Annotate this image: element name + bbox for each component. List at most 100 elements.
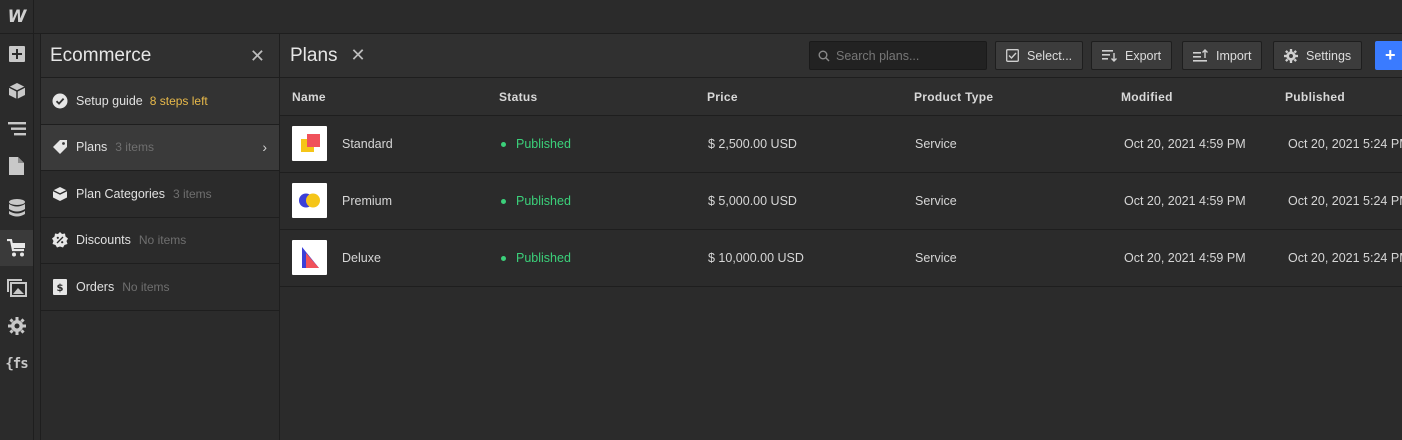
plan-thumbnail [292, 126, 327, 161]
panel-item-label: Discounts [76, 233, 131, 248]
box-icon [8, 83, 25, 99]
add-panel-button[interactable] [0, 36, 33, 72]
panel-item-count: No items [122, 279, 170, 294]
check-circle-icon [52, 93, 68, 109]
plan-name: Deluxe [342, 251, 381, 265]
column-header-published[interactable]: Published [1285, 78, 1345, 116]
symbols-button[interactable] [0, 73, 33, 109]
tag-icon [52, 139, 68, 155]
status-text: Published [516, 194, 571, 208]
close-icon[interactable]: ✕ [351, 45, 366, 66]
status-badge: Published [501, 173, 571, 229]
assets-button[interactable] [0, 270, 33, 306]
search-field[interactable] [809, 41, 987, 70]
page-title: Plans [290, 44, 338, 66]
gear-icon [7, 317, 26, 335]
cms-database-icon [8, 199, 25, 217]
table-header: Name Status Price Product Type Modified … [280, 78, 1402, 116]
receipt-icon: $ [52, 278, 68, 295]
column-header-status[interactable]: Status [499, 78, 537, 116]
navigator-icon [7, 122, 26, 136]
setup-guide-label: Setup guide [76, 93, 143, 108]
column-header-price[interactable]: Price [707, 78, 738, 116]
plan-product-type: Service [915, 137, 957, 151]
status-badge: Published [501, 230, 571, 286]
finsweet-button[interactable]: {fs [0, 346, 33, 382]
table-row[interactable]: Premium Published $ 5,000.00 USD Service… [280, 173, 1402, 230]
left-icon-rail: {fs [0, 34, 34, 440]
ecommerce-panel-title: Ecommerce [50, 44, 152, 66]
import-icon [1193, 49, 1208, 62]
ecommerce-panel-header: Ecommerce ✕ [41, 34, 279, 78]
navigator-button[interactable] [0, 111, 33, 147]
column-header-modified[interactable]: Modified [1121, 78, 1173, 116]
panel-item-plans[interactable]: Plans 3 items › [41, 124, 279, 171]
status-dot-icon [501, 255, 506, 261]
panel-item-label: Orders [76, 279, 115, 294]
search-input[interactable] [836, 48, 986, 63]
plan-modified: Oct 20, 2021 4:59 PM [1124, 194, 1246, 208]
plan-published: Oct 20, 2021 5:24 PM [1288, 251, 1402, 265]
gear-icon [1284, 48, 1298, 63]
ecommerce-panel: Ecommerce ✕ Setup guide 8 steps left Pla… [40, 34, 280, 440]
export-button[interactable]: Export [1091, 41, 1173, 70]
cms-button[interactable] [0, 190, 33, 226]
plan-product-type: Service [915, 251, 957, 265]
plan-name: Standard [342, 137, 393, 151]
panel-item-label: Plan Categories [76, 186, 165, 201]
panel-item-count: 3 items [115, 140, 154, 155]
pages-icon [9, 157, 24, 175]
plus-icon: + [1385, 45, 1396, 65]
panel-item-count: No items [138, 233, 187, 248]
webflow-logo[interactable]: W [0, 0, 34, 34]
plan-published: Oct 20, 2021 5:24 PM [1288, 137, 1402, 151]
panel-item-discounts[interactable]: Discounts No items [41, 218, 279, 264]
import-button-label: Import [1216, 48, 1252, 63]
plan-price: $ 2,500.00 USD [708, 137, 797, 151]
new-plan-button[interactable]: + [1375, 41, 1402, 70]
table-row[interactable]: Standard Published $ 2,500.00 USD Servic… [280, 116, 1402, 173]
top-bar: W [0, 0, 1402, 34]
select-button[interactable]: Select... [995, 41, 1084, 70]
column-header-product-type[interactable]: Product Type [914, 78, 993, 116]
setup-guide-item[interactable]: Setup guide 8 steps left [41, 78, 279, 125]
svg-text:$: $ [57, 283, 64, 294]
ecommerce-button[interactable] [0, 230, 33, 266]
pages-button[interactable] [0, 148, 33, 184]
plan-product-type: Service [915, 194, 957, 208]
settings-button-label: Settings [1306, 48, 1352, 63]
column-header-name[interactable]: Name [292, 78, 326, 116]
checkbox-icon [1006, 49, 1019, 62]
plan-thumbnail [292, 240, 327, 275]
discount-badge-icon [52, 232, 68, 248]
export-icon [1102, 49, 1117, 62]
plans-collection-view: Plans ✕ Select... Export Import [280, 34, 1402, 440]
close-icon[interactable]: ✕ [250, 47, 265, 65]
status-badge: Published [501, 116, 571, 172]
chevron-right-icon: › [262, 139, 267, 156]
category-icon [52, 186, 68, 202]
plan-modified: Oct 20, 2021 4:59 PM [1124, 137, 1246, 151]
settings-button[interactable]: Settings [1273, 41, 1363, 70]
finsweet-icon: {fs [5, 356, 28, 372]
panel-item-orders[interactable]: $ Orders No items [41, 264, 279, 311]
add-icon [8, 46, 25, 62]
settings-rail-button[interactable] [0, 308, 33, 344]
search-icon [818, 50, 830, 61]
panel-item-label: Plans [76, 140, 108, 155]
ecommerce-cart-icon [6, 239, 25, 257]
export-button-label: Export [1125, 48, 1162, 63]
plan-name: Premium [342, 194, 393, 208]
setup-guide-steps-left: 8 steps left [149, 93, 208, 108]
panel-item-plan-categories[interactable]: Plan Categories 3 items [41, 171, 279, 218]
plan-price: $ 10,000.00 USD [708, 251, 804, 265]
plan-price: $ 5,000.00 USD [708, 194, 797, 208]
import-button[interactable]: Import [1182, 41, 1263, 70]
webflow-logo-text: W [7, 7, 27, 27]
select-button-label: Select... [1027, 48, 1073, 63]
table-row[interactable]: Deluxe Published $ 10,000.00 USD Service… [280, 230, 1402, 287]
status-dot-icon [501, 198, 506, 204]
status-dot-icon [501, 141, 506, 147]
plans-header: Plans ✕ Select... Export Import [280, 34, 1402, 78]
plan-published: Oct 20, 2021 5:24 PM [1288, 194, 1402, 208]
